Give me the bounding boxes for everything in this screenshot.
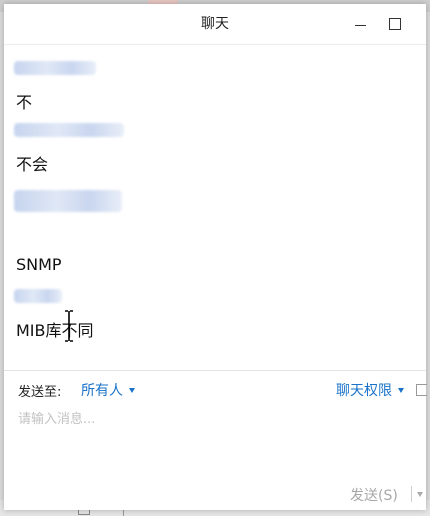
composer-divider xyxy=(4,370,426,371)
chevron-down-icon xyxy=(398,387,404,393)
minimize-button[interactable] xyxy=(349,14,371,34)
chat-permission-label: 聊天权限 xyxy=(336,383,392,399)
chevron-down-icon xyxy=(129,387,135,393)
popout-icon[interactable] xyxy=(416,384,427,396)
message-text: 不会 xyxy=(16,155,49,174)
chat-permission-dropdown[interactable]: 聊天权限 xyxy=(336,380,404,400)
message-sender-redacted xyxy=(14,61,96,75)
message-sender-redacted xyxy=(14,289,62,303)
text-cursor-icon xyxy=(65,310,73,342)
send-to-label: 发送至: xyxy=(18,385,62,400)
recipient-dropdown[interactable]: 所有人 xyxy=(81,380,135,400)
maximize-button[interactable] xyxy=(384,14,406,34)
message-input[interactable] xyxy=(16,406,420,480)
message-sender-redacted xyxy=(14,190,122,212)
recipient-value: 所有人 xyxy=(81,383,123,399)
send-options-icon[interactable] xyxy=(417,492,423,497)
chat-window: 聊天 不 不会 SNMP MIB库不同 发送至: 所有人 聊天权限 发送(S) xyxy=(4,4,427,510)
send-button[interactable]: 发送(S) xyxy=(350,485,398,505)
maximize-icon xyxy=(389,18,401,30)
minimize-icon xyxy=(354,24,366,26)
message-list: 不 不会 SNMP MIB库不同 xyxy=(4,45,426,367)
message-text: MIB库不同 xyxy=(16,321,94,340)
title-bar: 聊天 xyxy=(4,4,426,45)
send-divider xyxy=(411,486,412,502)
message-sender-redacted xyxy=(14,123,124,137)
message-text: 不 xyxy=(16,93,33,112)
message-text: SNMP xyxy=(16,255,62,274)
